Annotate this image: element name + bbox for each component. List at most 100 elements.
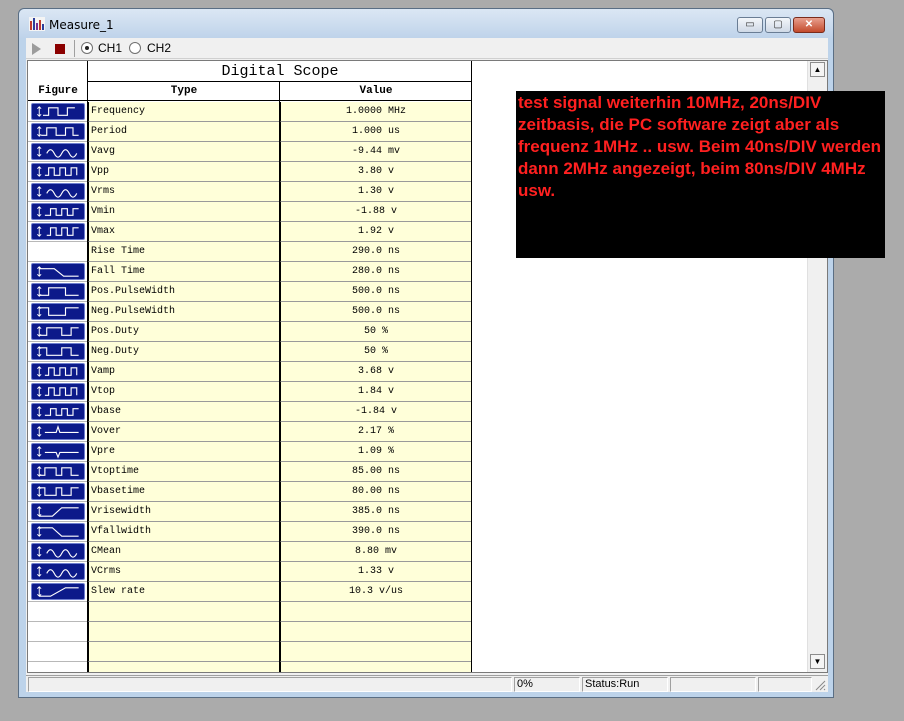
figure-cell xyxy=(28,282,88,302)
value-cell: 390.0 ns xyxy=(280,522,472,542)
value-cell: 10.3 v/us xyxy=(280,582,472,602)
figure-cell xyxy=(28,262,88,282)
toolbar: CH1 CH2 xyxy=(26,38,828,59)
figure-cell xyxy=(28,322,88,342)
type-cell xyxy=(88,642,280,662)
value-cell: -1.88 v xyxy=(280,202,472,222)
vpp-icon xyxy=(31,163,85,180)
value-cell: 8.80 mv xyxy=(280,542,472,562)
progress-readout: 0% xyxy=(514,677,580,692)
vpre-icon xyxy=(31,443,85,460)
type-cell: Vpp xyxy=(88,162,280,182)
type-cell: Vmax xyxy=(88,222,280,242)
app-bar-chart-icon xyxy=(29,17,45,31)
value-cell: 290.0 ns xyxy=(280,242,472,262)
status-bar: 0% Status:Run xyxy=(26,675,828,692)
type-cell: CMean xyxy=(88,542,280,562)
value-cell: 2.17 % xyxy=(280,422,472,442)
neg-pulsewidth-icon xyxy=(31,303,85,320)
value-cell: 85.00 ns xyxy=(280,462,472,482)
figure-cell xyxy=(28,542,88,562)
annotation-note: test signal weiterhin 10MHz, 20ns/DIV ze… xyxy=(516,91,885,258)
grid-line xyxy=(471,61,472,672)
figure-cell xyxy=(28,422,88,442)
type-cell: Vrms xyxy=(88,182,280,202)
value-cell: 1.0000 MHz xyxy=(280,102,472,122)
figure-cell xyxy=(28,122,88,142)
grid-line xyxy=(279,82,280,672)
window-title: Measure_1 xyxy=(49,18,114,32)
value-cell xyxy=(280,622,472,642)
type-cell: Vbasetime xyxy=(88,482,280,502)
radio-selected-dot xyxy=(85,46,89,50)
value-cell: 1.30 v xyxy=(280,182,472,202)
figure-cell xyxy=(28,462,88,482)
type-cell: Vpre xyxy=(88,442,280,462)
type-cell: Vfallwidth xyxy=(88,522,280,542)
status-readout: Status:Run xyxy=(582,677,668,692)
figure-cell xyxy=(28,602,88,622)
frequency-icon xyxy=(31,103,85,120)
value-cell: 3.68 v xyxy=(280,362,472,382)
figure-cell xyxy=(28,582,88,602)
value-cell: 1.84 v xyxy=(280,382,472,402)
vbase-icon xyxy=(31,403,85,420)
value-cell xyxy=(280,642,472,662)
table-title: Digital Scope xyxy=(88,61,472,82)
type-cell: Vamp xyxy=(88,362,280,382)
vtoptime-icon xyxy=(31,463,85,480)
value-cell: 50 % xyxy=(280,322,472,342)
figure-cell xyxy=(28,182,88,202)
resize-grip-icon[interactable] xyxy=(814,679,826,691)
maximize-button[interactable]: ▢ xyxy=(765,17,791,33)
ch2-radio[interactable] xyxy=(129,42,141,54)
type-cell xyxy=(88,662,280,672)
value-cell: 3.80 v xyxy=(280,162,472,182)
type-cell: Vavg xyxy=(88,142,280,162)
type-cell: Period xyxy=(88,122,280,142)
vmax-icon xyxy=(31,223,85,240)
minimize-button[interactable]: ▭ xyxy=(737,17,763,33)
type-cell: Vtop xyxy=(88,382,280,402)
value-cell: 500.0 ns xyxy=(280,282,472,302)
figure-cell xyxy=(28,522,88,542)
value-cell: 1.33 v xyxy=(280,562,472,582)
type-cell: Frequency xyxy=(88,102,280,122)
vavg-icon xyxy=(31,143,85,160)
period-icon xyxy=(31,123,85,140)
value-cell: 385.0 ns xyxy=(280,502,472,522)
value-cell: 500.0 ns xyxy=(280,302,472,322)
ch2-label[interactable]: CH2 xyxy=(147,41,171,55)
pos-pulsewidth-icon xyxy=(31,283,85,300)
scroll-down-button[interactable]: ▼ xyxy=(810,654,825,669)
vrisewidth-icon xyxy=(31,503,85,520)
status-pane-empty xyxy=(758,677,812,692)
figure-cell xyxy=(28,302,88,322)
type-cell: Pos.Duty xyxy=(88,322,280,342)
figure-cell xyxy=(28,242,88,262)
scroll-up-button[interactable]: ▲ xyxy=(810,62,825,77)
figure-cell xyxy=(28,482,88,502)
title-bar[interactable]: Measure_1 ▭ ▢ ✕ xyxy=(19,9,833,38)
ch1-radio[interactable] xyxy=(81,42,93,54)
value-cell xyxy=(280,662,472,672)
type-cell: VCrms xyxy=(88,562,280,582)
type-cell: Vbase xyxy=(88,402,280,422)
grid-line xyxy=(87,61,88,672)
type-cell: Vmin xyxy=(88,202,280,222)
type-cell: Vrisewidth xyxy=(88,502,280,522)
close-button[interactable]: ✕ xyxy=(793,17,825,33)
vmin-icon xyxy=(31,203,85,220)
type-cell: Fall Time xyxy=(88,262,280,282)
stop-icon[interactable] xyxy=(55,44,65,54)
status-pane-main xyxy=(28,677,512,692)
run-icon[interactable] xyxy=(32,43,41,55)
toolbar-separator xyxy=(74,40,75,57)
figure-cell xyxy=(28,642,88,662)
value-cell: -9.44 mv xyxy=(280,142,472,162)
ch1-label[interactable]: CH1 xyxy=(98,41,122,55)
figure-cell xyxy=(28,622,88,642)
figure-cell xyxy=(28,222,88,242)
value-cell xyxy=(280,602,472,622)
vover-icon xyxy=(31,423,85,440)
